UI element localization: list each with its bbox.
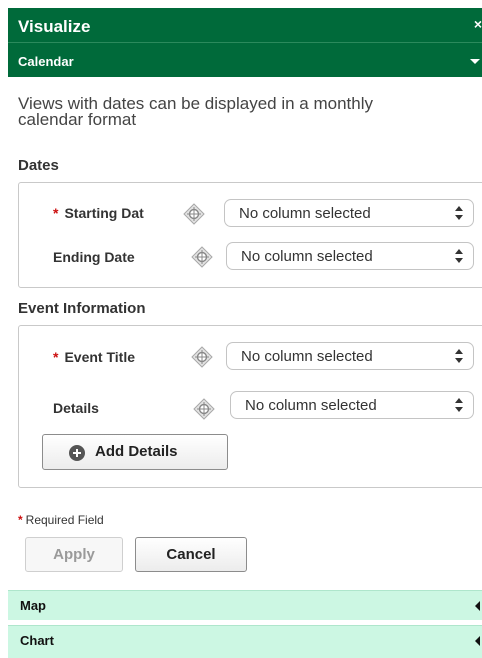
plus-circle-icon	[69, 445, 85, 461]
caret-down-icon[interactable]	[470, 59, 480, 64]
crosshair-icon[interactable]	[191, 346, 213, 368]
details-label: Details	[53, 400, 99, 416]
event-title-label: * Event Title	[53, 349, 183, 365]
required-asterisk: *	[53, 205, 59, 221]
event-title-select[interactable]: No column selected	[226, 342, 474, 370]
apply-button[interactable]: Apply	[25, 537, 123, 572]
updown-arrows-icon	[455, 349, 463, 363]
ending-date-select[interactable]: No column selected	[226, 242, 474, 270]
map-section-title: Map	[20, 598, 46, 613]
top-strip	[0, 0, 482, 8]
ending-date-select-value: No column selected	[241, 248, 373, 265]
ending-date-label: Ending Date	[53, 249, 135, 265]
starting-date-select-value: No column selected	[239, 205, 371, 222]
starting-date-text: Starting Dat	[64, 205, 144, 221]
crosshair-icon[interactable]	[193, 398, 215, 420]
updown-arrows-icon	[455, 206, 463, 220]
caret-left-icon[interactable]	[475, 636, 480, 646]
add-details-button[interactable]: Add Details	[42, 434, 228, 470]
starting-date-select[interactable]: No column selected	[224, 199, 474, 227]
starting-date-label: * Starting Dat	[53, 205, 179, 221]
add-details-label: Add Details	[95, 443, 178, 460]
event-information-panel: * Event Title No column selected Details …	[18, 325, 482, 488]
panel-title: Visualize	[18, 17, 91, 36]
caret-left-icon[interactable]	[475, 601, 480, 611]
crosshair-icon[interactable]	[183, 203, 205, 225]
required-field-text: Required Field	[25, 513, 104, 527]
required-asterisk: *	[18, 513, 23, 527]
updown-arrows-icon	[455, 398, 463, 412]
details-select[interactable]: No column selected	[230, 391, 474, 419]
close-icon[interactable]: ×	[474, 16, 482, 32]
crosshair-icon[interactable]	[191, 246, 213, 268]
dates-panel: * Starting Dat No column selected Ending …	[18, 182, 482, 288]
map-section-header[interactable]: Map	[8, 590, 482, 620]
required-asterisk: *	[53, 349, 59, 365]
calendar-section-title: Calendar	[18, 54, 74, 69]
chart-section-header[interactable]: Chart	[8, 625, 482, 658]
dates-heading: Dates	[18, 157, 59, 174]
cancel-button[interactable]: Cancel	[135, 537, 247, 572]
visualize-header: Visualize ×	[8, 8, 482, 42]
required-field-note: * Required Field	[18, 513, 104, 527]
calendar-description: Views with dates can be displayed in a m…	[18, 94, 373, 129]
calendar-section-header[interactable]: Calendar	[8, 42, 482, 77]
event-information-heading: Event Information	[18, 300, 146, 317]
event-title-select-value: No column selected	[241, 348, 373, 365]
chart-section-title: Chart	[20, 633, 54, 648]
details-select-value: No column selected	[245, 397, 377, 414]
event-title-text: Event Title	[64, 349, 135, 365]
updown-arrows-icon	[455, 249, 463, 263]
